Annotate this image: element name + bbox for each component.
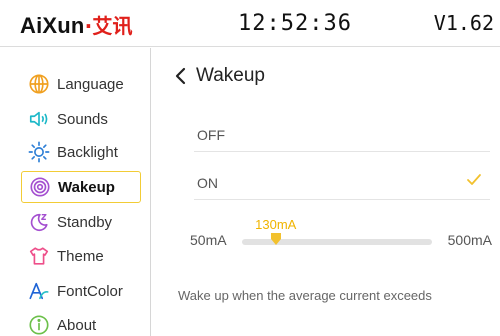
speaker-icon — [27, 107, 51, 131]
target-icon — [28, 175, 52, 199]
sidebar-item-standby[interactable]: Standby — [20, 206, 141, 238]
option-on[interactable]: ON — [194, 156, 490, 200]
sleep-moon-icon — [27, 210, 51, 234]
sidebar-item-label: FontColor — [57, 282, 123, 300]
settings-panel: Wakeup OFF ON 50mA 130mA 500mA Wake up w… — [152, 48, 500, 336]
globe-icon — [27, 72, 51, 96]
option-off[interactable]: OFF — [194, 108, 490, 152]
sidebar-item-language[interactable]: Language — [20, 68, 141, 100]
checkmark-icon — [467, 174, 481, 185]
sun-icon — [27, 140, 51, 164]
shirt-icon — [27, 244, 51, 268]
option-label: OFF — [197, 126, 225, 143]
sidebar-item-label: Backlight — [57, 143, 118, 161]
version-label: V1.62 — [433, 11, 494, 35]
brand-chinese: ·艾讯 — [84, 14, 133, 38]
info-icon — [27, 313, 51, 336]
sidebar-item-sounds[interactable]: Sounds — [20, 103, 141, 135]
font-color-icon — [27, 279, 51, 303]
sidebar-item-label: Sounds — [57, 110, 108, 128]
clock: 12:52:36 — [238, 11, 352, 36]
page-title: Wakeup — [196, 65, 265, 86]
sidebar-item-label: Wakeup — [58, 178, 115, 196]
current-slider[interactable]: 50mA 130mA 500mA — [190, 217, 492, 256]
sidebar-item-label: Language — [57, 75, 124, 93]
sidebar-item-about[interactable]: About — [20, 309, 141, 336]
sidebar-item-label: About — [57, 316, 97, 334]
back-button[interactable]: Wakeup — [174, 65, 265, 87]
slider-thumb[interactable] — [270, 233, 281, 245]
sidebar-item-wakeup[interactable]: Wakeup — [21, 171, 141, 203]
slider-track[interactable]: 130mA — [242, 217, 432, 245]
option-label: ON — [197, 174, 218, 191]
slider-max-label: 500mA — [447, 232, 492, 248]
header-bar: AiXun·艾讯 12:52:36 V1.62 — [0, 0, 500, 47]
brand-latin: AiXun — [20, 13, 85, 38]
chevron-left-icon — [175, 67, 186, 85]
slider-min-label: 50mA — [190, 232, 227, 248]
sidebar-item-backlight[interactable]: Backlight — [20, 136, 141, 168]
sidebar: Language Sounds Backlight Wakeup Standby… — [0, 48, 151, 336]
sidebar-item-label: Theme — [57, 247, 104, 265]
sidebar-item-theme[interactable]: Theme — [20, 240, 141, 272]
sidebar-item-label: Standby — [57, 213, 113, 231]
brand-logo: AiXun·艾讯 — [20, 10, 133, 39]
slider-value-label: 130mA — [255, 217, 297, 232]
description-text: Wake up when the average current exceeds — [178, 288, 432, 303]
sidebar-item-fontcolor[interactable]: FontColor — [20, 275, 141, 307]
